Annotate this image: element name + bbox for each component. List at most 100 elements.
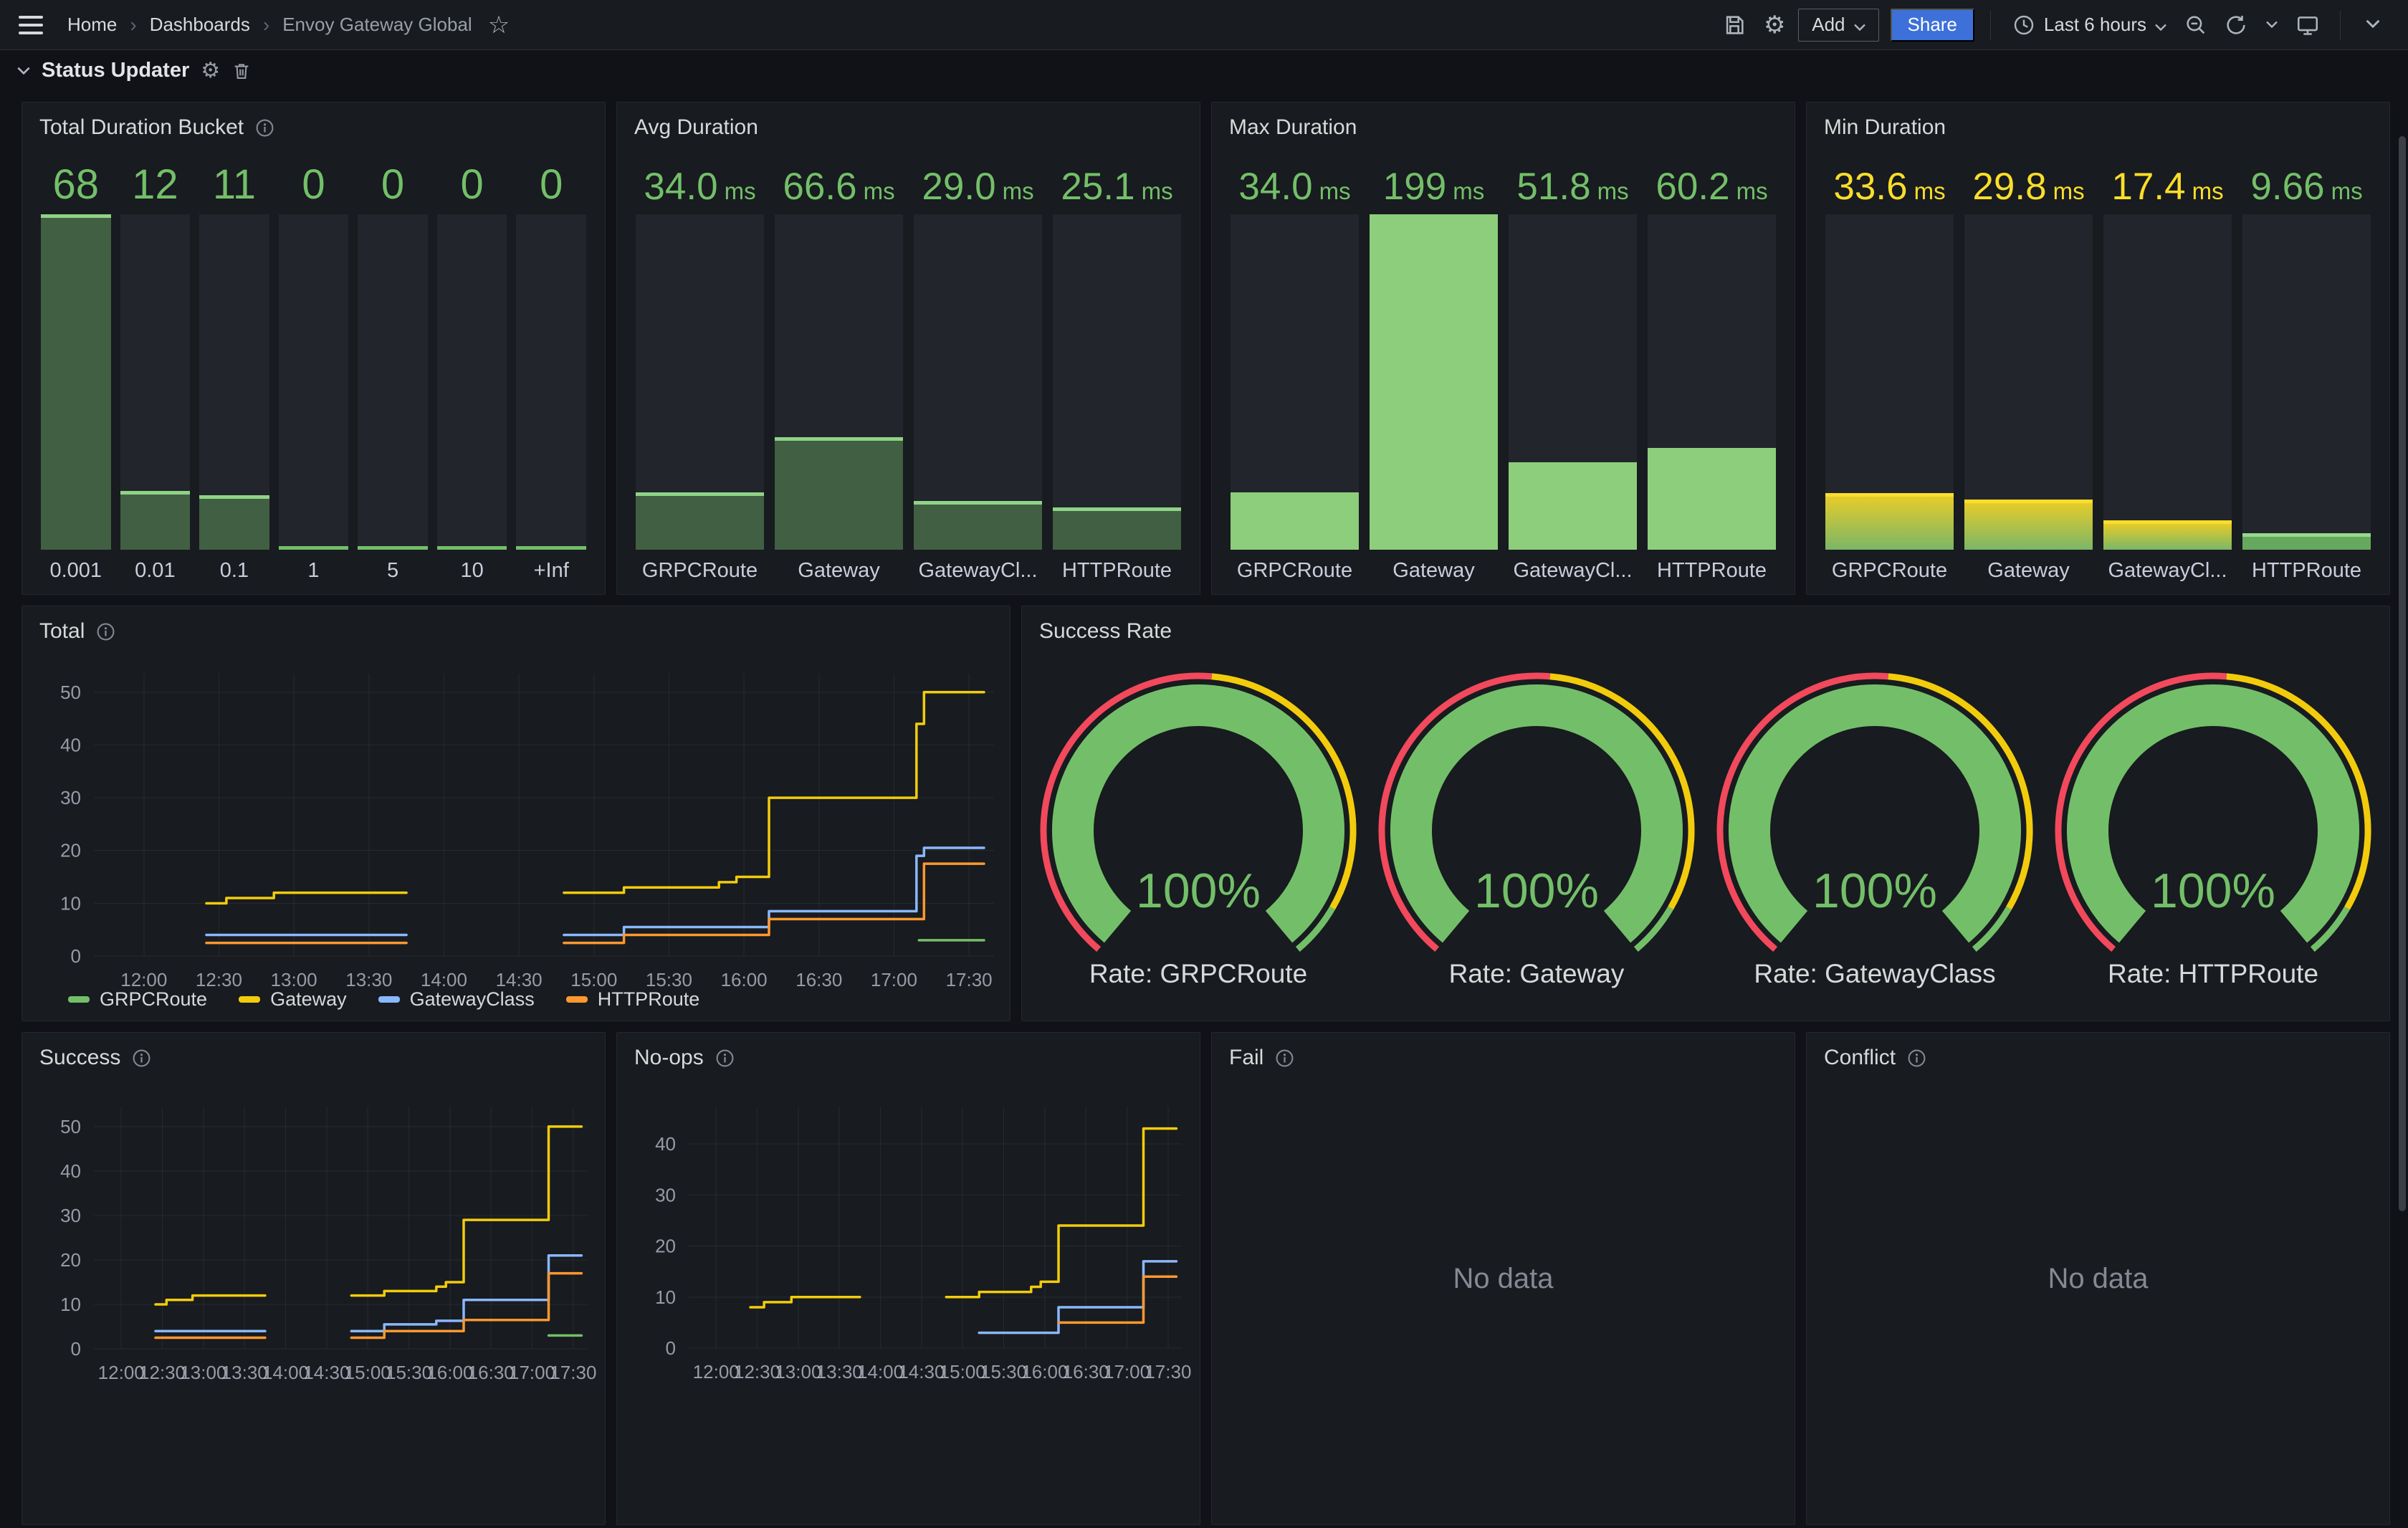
panel-header[interactable]: Total xyxy=(22,606,1010,644)
svg-text:14:30: 14:30 xyxy=(303,1362,350,1383)
svg-text:30: 30 xyxy=(60,787,81,808)
svg-text:15:30: 15:30 xyxy=(646,969,692,990)
bar-gauge-track xyxy=(1370,214,1498,550)
panel-title: Total Duration Bucket xyxy=(39,115,244,140)
svg-text:40: 40 xyxy=(60,734,81,755)
refresh-interval-dropdown[interactable] xyxy=(2260,9,2284,42)
info-icon[interactable] xyxy=(715,1049,735,1068)
bar-gauge-label: GRPCRoute xyxy=(642,559,758,583)
time-series-plot[interactable]: 01020304012:0012:3013:0013:3014:0014:301… xyxy=(617,1073,1200,1528)
breadcrumb-separator: › xyxy=(130,14,136,37)
bar-gauge-track xyxy=(199,214,269,550)
info-icon[interactable] xyxy=(1907,1049,1926,1068)
svg-text:14:00: 14:00 xyxy=(857,1361,904,1383)
svg-text:50: 50 xyxy=(60,1116,81,1137)
breadcrumb-home[interactable]: Home xyxy=(67,14,117,36)
gauge: 100%Rate: HTTPRoute xyxy=(2044,669,2382,1013)
row-collapse-chevron-icon[interactable] xyxy=(17,67,30,75)
panel-title: Fail xyxy=(1229,1046,1263,1070)
panel-header[interactable]: No-ops xyxy=(617,1033,1200,1070)
panel-header[interactable]: Min Duration xyxy=(1807,102,2389,140)
bar-gauge-track xyxy=(279,214,349,550)
svg-text:14:00: 14:00 xyxy=(421,969,467,990)
collapse-toolbar-chevron-icon[interactable] xyxy=(2356,9,2389,42)
bar-gauge-label: Gateway xyxy=(798,559,879,583)
bar-gauge-track xyxy=(2103,214,2232,550)
panel-title: Conflict xyxy=(1824,1046,1896,1070)
legend-item[interactable]: HTTPRoute xyxy=(566,988,700,1011)
bar-gauge-label: +Inf xyxy=(534,559,569,583)
panel-success-rate: Success Rate 100%Rate: GRPCRoute100%Rate… xyxy=(1021,606,2390,1021)
breadcrumb-dashboards[interactable]: Dashboards xyxy=(150,14,250,36)
panel-header[interactable]: Max Duration xyxy=(1212,102,1795,140)
legend-label: HTTPRoute xyxy=(598,988,700,1011)
row-settings-gear-icon[interactable]: ⚙ xyxy=(201,60,220,82)
scrollbar[interactable] xyxy=(2399,136,2406,1211)
favorite-star-icon[interactable]: ☆ xyxy=(488,13,510,37)
bar-gauge-label: HTTPRoute xyxy=(1062,559,1172,583)
svg-text:20: 20 xyxy=(60,1249,81,1271)
stat-value: 9.66ms xyxy=(2250,168,2362,206)
bar-gauge-label: 1 xyxy=(307,559,319,583)
stat-value: 0 xyxy=(381,164,404,206)
add-button-label: Add xyxy=(1812,14,1845,36)
panel-header[interactable]: Success xyxy=(22,1033,605,1070)
legend-color-chip xyxy=(239,996,260,1003)
legend-item[interactable]: Gateway xyxy=(239,988,347,1011)
bar-gauge-fill xyxy=(914,501,1042,550)
gauge: 100%Rate: Gateway xyxy=(1367,669,1706,1013)
share-button[interactable]: Share xyxy=(1891,9,1974,42)
svg-text:13:30: 13:30 xyxy=(816,1361,863,1383)
svg-text:15:30: 15:30 xyxy=(386,1362,432,1383)
time-range-picker[interactable]: Last 6 hours xyxy=(2007,14,2172,37)
zoom-out-time-icon[interactable] xyxy=(2179,9,2212,42)
legend-item[interactable]: GRPCRoute xyxy=(68,988,207,1011)
bar-gauge-label: GatewayCl... xyxy=(919,559,1038,583)
svg-text:10: 10 xyxy=(655,1286,676,1308)
breadcrumb: Home › Dashboards › Envoy Gateway Global xyxy=(67,14,472,37)
dashboard-settings-icon[interactable]: ⚙ xyxy=(1758,9,1791,42)
panel-header[interactable]: Conflict xyxy=(1807,1033,2389,1070)
svg-text:10: 10 xyxy=(60,892,81,914)
info-icon[interactable] xyxy=(255,118,274,138)
gauge-title: Rate: GRPCRoute xyxy=(1089,959,1307,989)
svg-text:20: 20 xyxy=(655,1236,676,1257)
stat-value: 29.0ms xyxy=(922,168,1033,206)
row-title[interactable]: Status Updater xyxy=(42,59,189,82)
gauge: 100%Rate: GRPCRoute xyxy=(1029,669,1367,1013)
svg-text:12:30: 12:30 xyxy=(139,1362,186,1383)
row-delete-trash-icon[interactable] xyxy=(231,60,252,82)
panel-header[interactable]: Success Rate xyxy=(1022,606,2389,644)
svg-text:12:00: 12:00 xyxy=(120,969,167,990)
panel-header[interactable]: Avg Duration xyxy=(617,102,1200,140)
kiosk-mode-icon[interactable] xyxy=(2291,9,2324,42)
refresh-icon[interactable] xyxy=(2220,9,2252,42)
bar-gauge-fill xyxy=(1648,448,1776,550)
breadcrumb-current[interactable]: Envoy Gateway Global xyxy=(282,14,472,36)
info-icon[interactable] xyxy=(1275,1049,1294,1068)
svg-text:16:30: 16:30 xyxy=(1063,1361,1109,1383)
svg-text:15:00: 15:00 xyxy=(940,1361,986,1383)
bar-gauge-track xyxy=(1648,214,1776,550)
chevron-down-icon xyxy=(2155,14,2166,36)
svg-text:12:00: 12:00 xyxy=(98,1362,145,1383)
svg-text:30: 30 xyxy=(655,1184,676,1205)
info-icon[interactable] xyxy=(96,622,115,641)
save-dashboard-icon[interactable] xyxy=(1718,9,1751,42)
menu-toggle-icon[interactable] xyxy=(19,16,43,34)
time-series-plot[interactable]: 0102030405012:0012:3013:0013:3014:0014:3… xyxy=(22,1073,605,1528)
chevron-down-icon xyxy=(2266,19,2278,32)
stat-value: 0 xyxy=(302,164,325,206)
legend-item[interactable]: GatewayClass xyxy=(378,988,535,1011)
time-range-label: Last 6 hours xyxy=(2044,14,2146,36)
svg-text:0: 0 xyxy=(666,1337,676,1359)
panel-header[interactable]: Fail xyxy=(1212,1033,1795,1070)
svg-text:12:30: 12:30 xyxy=(734,1361,780,1383)
time-series-plot[interactable]: 0102030405012:0012:3013:0013:3014:0014:3… xyxy=(22,646,1010,1011)
stat-value: 25.1ms xyxy=(1061,168,1172,206)
panel-title: No-ops xyxy=(634,1046,704,1070)
stat-value: 12 xyxy=(132,164,178,206)
info-icon[interactable] xyxy=(132,1049,151,1068)
panel-header[interactable]: Total Duration Bucket xyxy=(22,102,605,140)
add-button[interactable]: Add xyxy=(1798,9,1878,42)
